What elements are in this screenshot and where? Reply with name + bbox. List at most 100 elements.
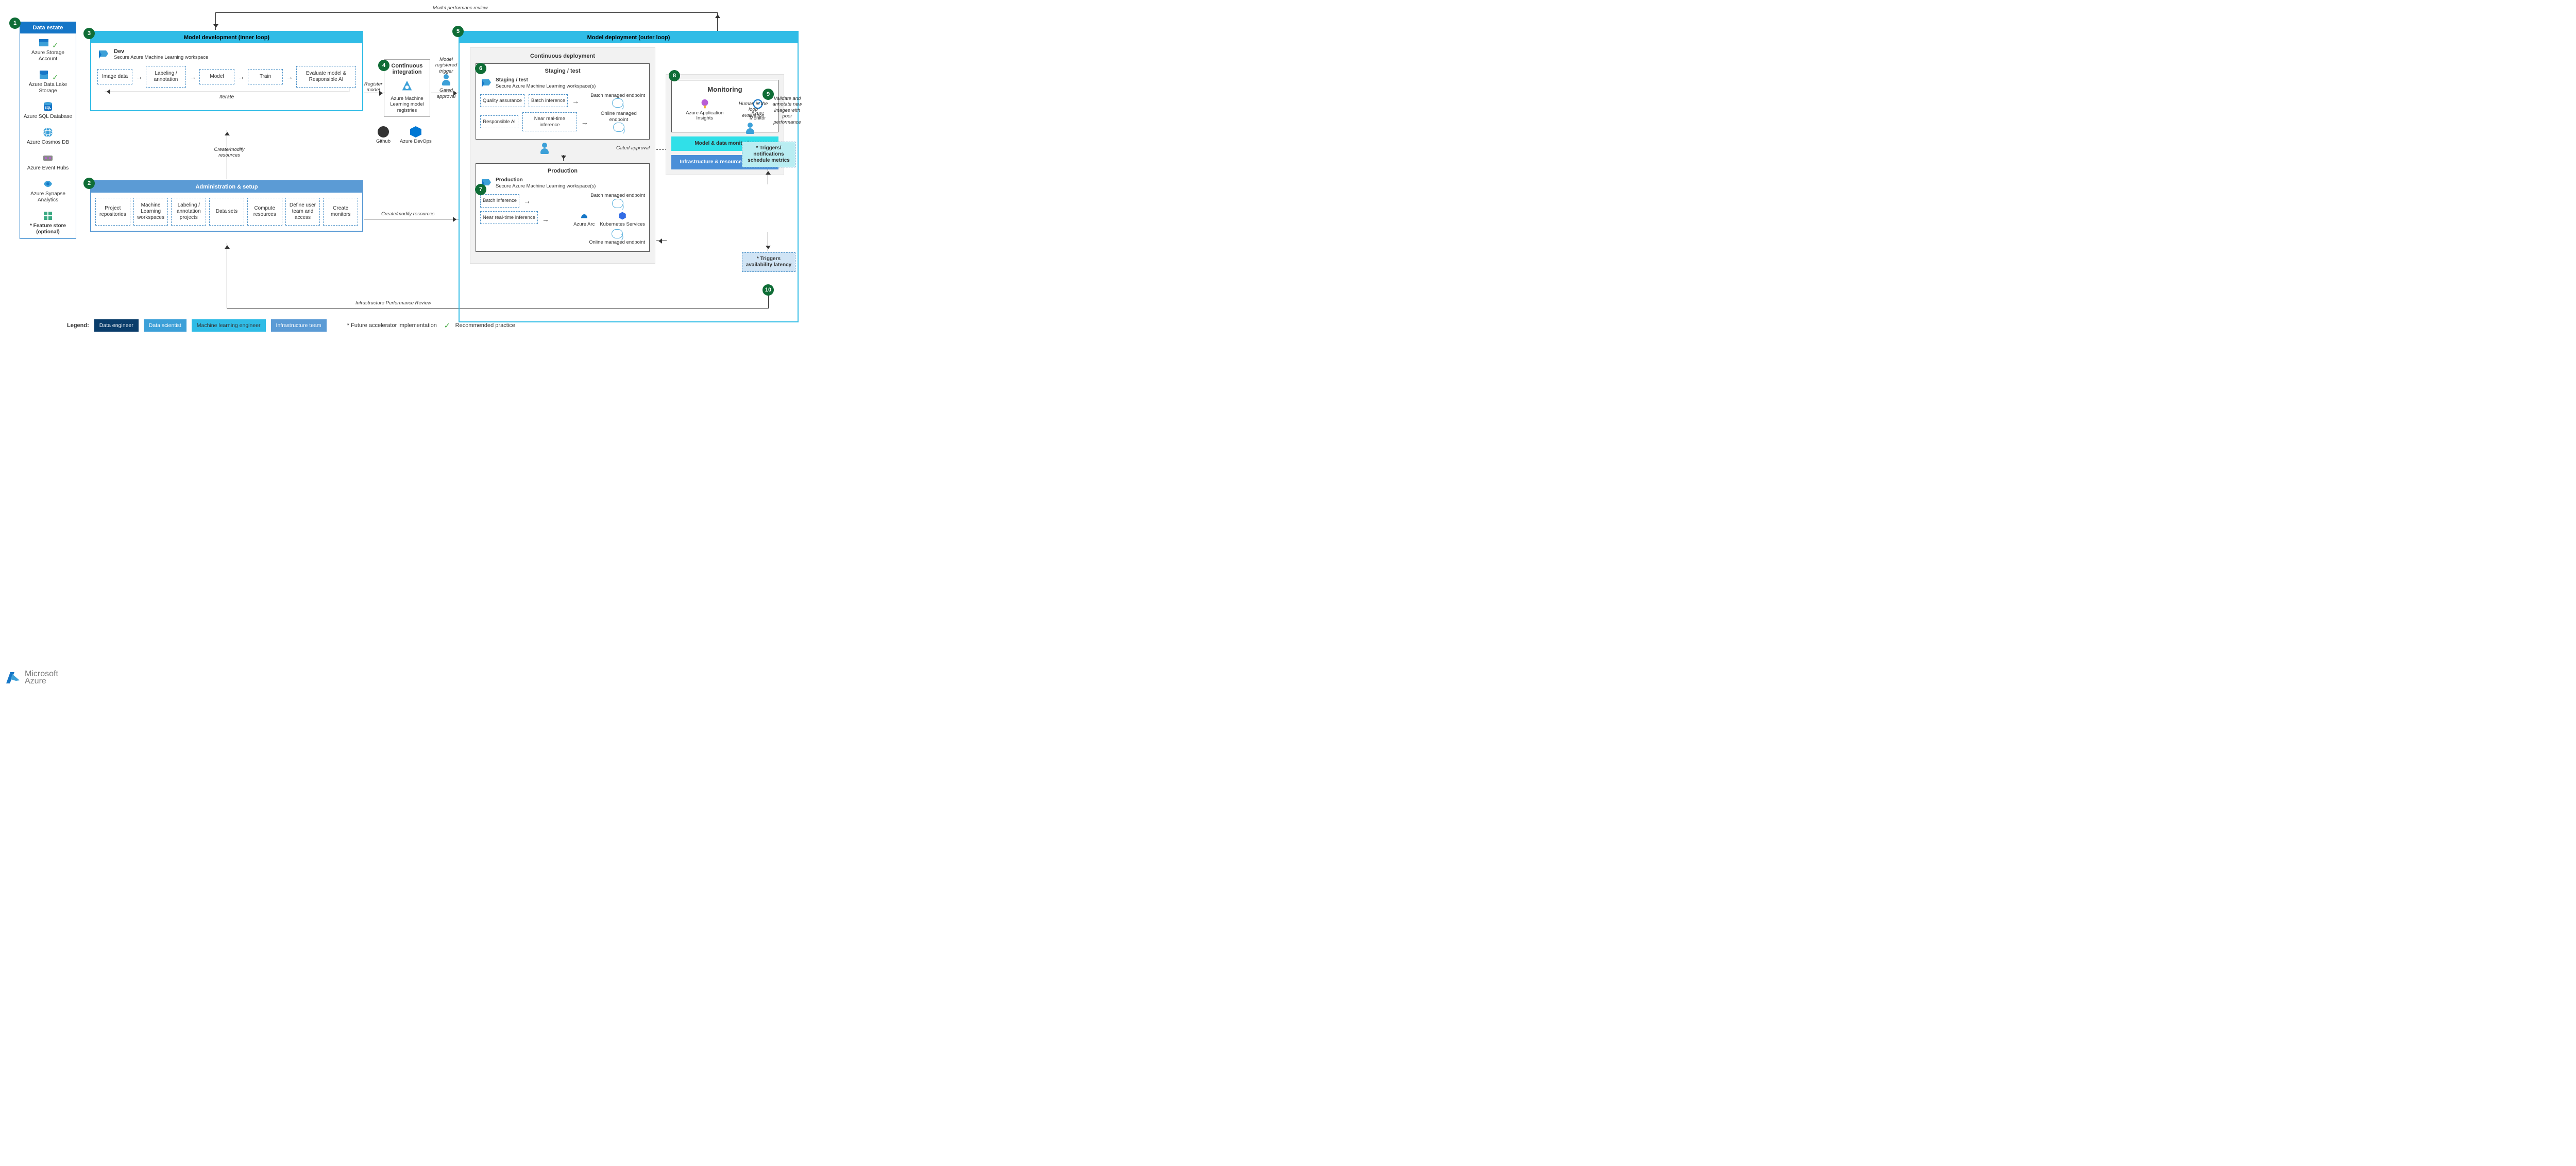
legend-infra-team: Infrastructure team bbox=[271, 319, 327, 332]
arrow-perf-review-down bbox=[215, 12, 216, 30]
human-loop-label: Human in the loop evaluation bbox=[738, 101, 769, 118]
legend-future-label: * Future accelerator implementation bbox=[347, 322, 437, 329]
arrow-icon: → bbox=[581, 118, 588, 126]
step-9-badge: 9 bbox=[762, 89, 774, 100]
data-estate-item: ✓Azure Storage Account bbox=[20, 33, 76, 65]
create-modify-label-2: Create/modify resources bbox=[381, 211, 434, 217]
check-icon: ✓ bbox=[52, 41, 58, 50]
service-label: * Feature store (optional) bbox=[22, 223, 74, 235]
model-development-panel: Model development (inner loop) Dev Secur… bbox=[90, 31, 363, 111]
iterate-label: Iterate bbox=[97, 94, 356, 100]
person-icon bbox=[745, 123, 755, 134]
service-label: Azure Data Lake Storage bbox=[22, 82, 74, 94]
step-5-badge: 5 bbox=[452, 26, 464, 37]
github-label: Github bbox=[376, 139, 391, 144]
azure-devops-item: Azure DevOps bbox=[400, 126, 432, 144]
admin-item: Project repositories bbox=[95, 198, 130, 226]
step-2-badge: 2 bbox=[83, 178, 95, 189]
check-icon: ✓ bbox=[52, 73, 58, 82]
azure-logo-icon bbox=[5, 671, 21, 684]
online-endpoint: Online managed endpoint bbox=[592, 111, 645, 133]
legend-row: Legend: Data engineer Data scientist Mac… bbox=[67, 319, 515, 332]
model-dep-header: Model deployment (outer loop) bbox=[460, 32, 798, 43]
dev-environment: Dev Secure Azure Machine Learning worksp… bbox=[97, 48, 356, 61]
person-icon bbox=[539, 143, 550, 154]
nrt-inference-box: Near real-time inference bbox=[522, 112, 577, 131]
online-endpoint-label: Online managed endpoint bbox=[592, 111, 645, 123]
azure-arc-label: Azure Arc bbox=[573, 221, 595, 227]
legend-ml-engineer: Machine learning engineer bbox=[192, 319, 266, 332]
azure-arc: Azure Arc bbox=[573, 211, 595, 227]
data-estate-item: Azure Event Hubs bbox=[20, 149, 76, 175]
data-estate-items: ✓Azure Storage Account✓Azure Data Lake S… bbox=[20, 33, 76, 238]
flow-step: Model bbox=[199, 69, 234, 84]
create-modify-label-1: Create/modify resources bbox=[209, 147, 250, 159]
arrow-staging-to-monitor bbox=[656, 149, 667, 150]
dev-env-title: Dev bbox=[114, 48, 208, 55]
step-6-badge: 6 bbox=[475, 63, 486, 74]
service-label: Azure Event Hubs bbox=[27, 165, 69, 172]
azure-arc-icon bbox=[579, 211, 589, 220]
step-4-badge: 4 bbox=[378, 60, 389, 71]
kubernetes-label: Kubernetes Services bbox=[600, 221, 645, 227]
service-icon bbox=[42, 178, 54, 190]
infra-perf-review-label: Infrastructure Performance Review bbox=[355, 300, 431, 306]
person-icon bbox=[441, 74, 451, 85]
service-label: Azure Storage Account bbox=[22, 50, 74, 62]
cd-title: Continuous deployment bbox=[476, 53, 650, 59]
nrt-inference-prod: Near real-time inference bbox=[480, 211, 538, 224]
azure-devops-label: Azure DevOps bbox=[400, 139, 432, 144]
service-icon bbox=[38, 37, 50, 49]
admin-item: Labeling / annotation projects bbox=[171, 198, 206, 226]
arrow-icon: → bbox=[542, 215, 549, 224]
flow-step: Train bbox=[248, 69, 283, 84]
batch-endpoint: Batch managed endpoint bbox=[590, 93, 645, 109]
staging-env-sub: Secure Azure Machine Learning workspace(… bbox=[496, 83, 596, 89]
online-endpoint-prod-label: Online managed endpoint bbox=[589, 239, 645, 245]
endpoint-icon bbox=[612, 98, 623, 108]
service-label: Azure Synapse Analytics bbox=[22, 191, 74, 203]
responsible-ai-box: Responsible AI bbox=[480, 115, 518, 128]
check-icon: ✓ bbox=[444, 321, 450, 330]
monitoring-title: Monitoring bbox=[677, 85, 773, 93]
arrow-staging-to-prod bbox=[563, 155, 564, 161]
arrow-icon: → bbox=[286, 73, 293, 81]
prod-env-sub: Secure Azure Machine Learning workspace(… bbox=[496, 183, 596, 189]
service-icon bbox=[42, 210, 54, 222]
arrow-icon: → bbox=[572, 97, 579, 105]
ci-sub: Azure Machine Learning model registries bbox=[386, 96, 428, 113]
admin-item: Data sets bbox=[209, 198, 244, 226]
batch-endpoint-prod-label: Batch managed endpoint bbox=[590, 193, 645, 198]
service-label: Azure SQL Database bbox=[24, 114, 72, 120]
model-perf-review-label: Model performanc review bbox=[433, 5, 488, 11]
validate-annotate-label: Validate and annotate new images with po… bbox=[770, 96, 805, 125]
qa-box: Quality assurance bbox=[480, 94, 524, 107]
production-env: Production Production Secure Azure Machi… bbox=[476, 163, 650, 252]
step-3-badge: 3 bbox=[83, 28, 95, 39]
model-reg-trigger-label: Model registered trigger bbox=[434, 57, 459, 74]
aml-registry-icon bbox=[400, 78, 414, 93]
step-1-badge: 1 bbox=[9, 18, 21, 29]
triggers-notifications-box: * Triggers/ notifications schedule metri… bbox=[742, 142, 795, 167]
staging-env: Staging / test Staging / test Secure Azu… bbox=[476, 63, 650, 140]
service-icon bbox=[42, 126, 54, 139]
endpoint-icon bbox=[613, 123, 624, 132]
admin-item: Create monitors bbox=[323, 198, 358, 226]
data-estate-item: * Feature store (optional) bbox=[20, 207, 76, 238]
register-model-label: Register model bbox=[362, 81, 385, 93]
arrow-icon: → bbox=[238, 73, 245, 81]
service-icon bbox=[42, 152, 54, 164]
triggers-availability-box: * Triggers availability latency bbox=[742, 252, 795, 272]
app-insights-label: Azure Application Insights bbox=[677, 111, 733, 122]
svg-text:SQL: SQL bbox=[45, 107, 52, 110]
batch-endpoint-label: Batch managed endpoint bbox=[590, 93, 645, 98]
batch-inference-box: Batch inference bbox=[529, 94, 568, 107]
admin-item: Define user team and access bbox=[285, 198, 320, 226]
admin-item: Compute resources bbox=[247, 198, 282, 226]
arrow-icon: → bbox=[189, 73, 196, 81]
admin-setup-panel: Administration & setup Project repositor… bbox=[90, 180, 363, 232]
github-icon bbox=[378, 126, 389, 138]
prod-env-title: Production bbox=[496, 177, 596, 183]
app-insights-icon bbox=[699, 98, 710, 110]
service-icon bbox=[38, 68, 50, 81]
